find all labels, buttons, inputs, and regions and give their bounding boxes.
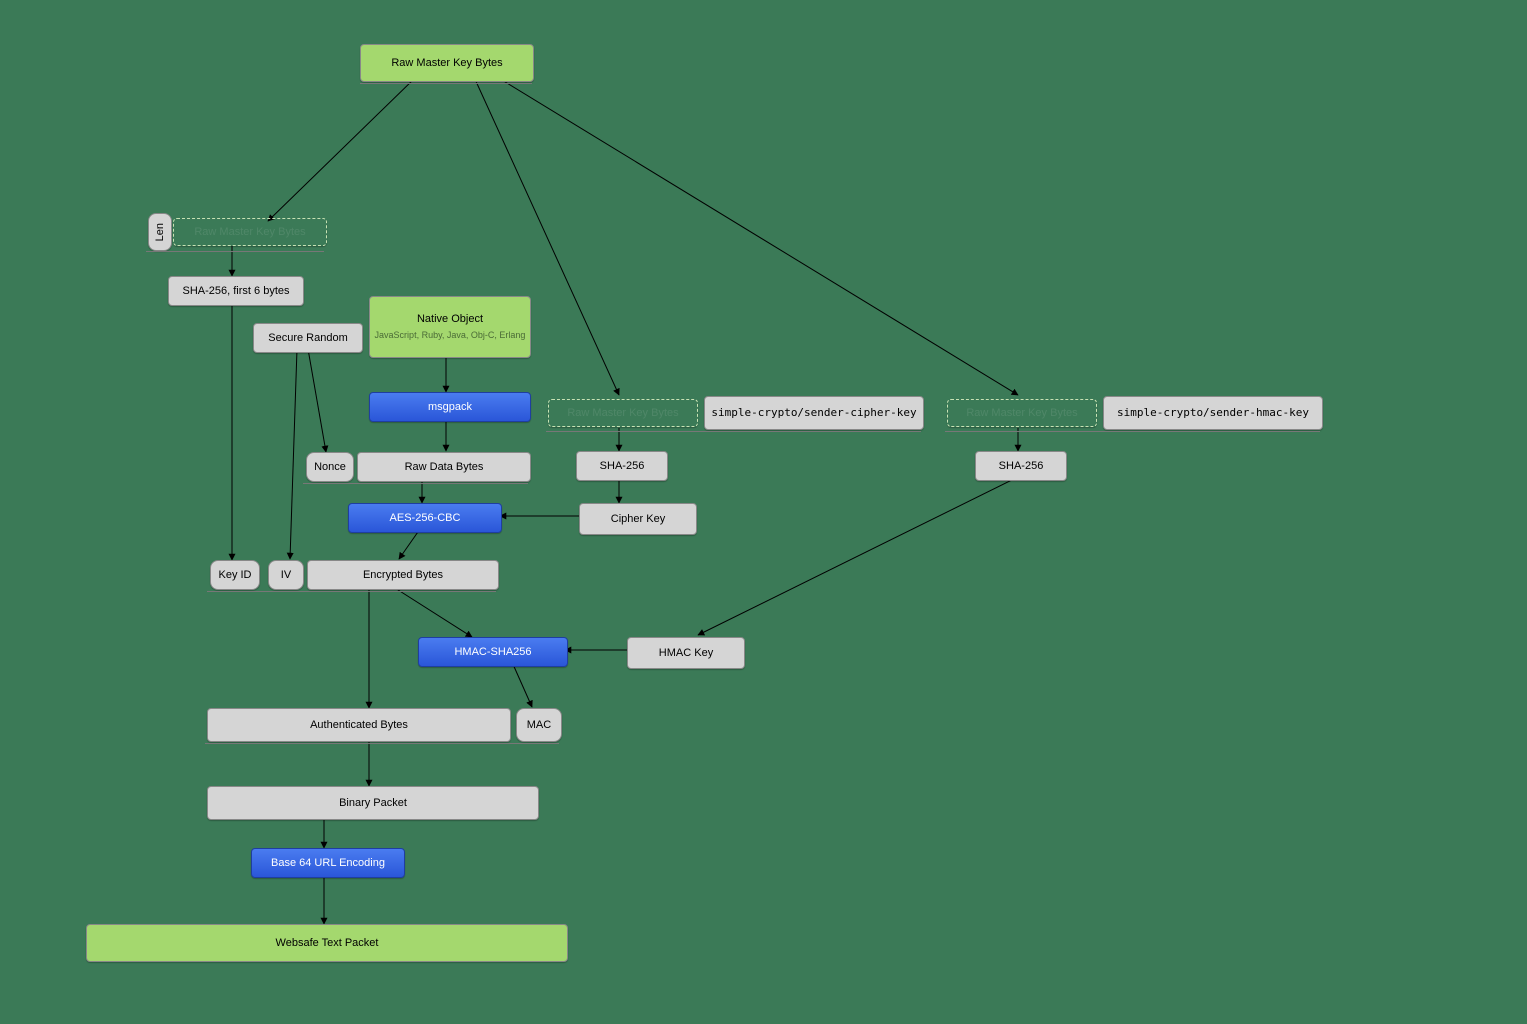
node-salt-cipher: simple-crypto/sender-cipher-key: [704, 396, 924, 430]
node-secure-random: Secure Random: [253, 323, 363, 353]
node-raw-master-key: Raw Master Key Bytes: [360, 44, 534, 82]
node-hmac-key: HMAC Key: [627, 637, 745, 669]
node-sha256-cipher: SHA-256: [576, 451, 668, 481]
node-authenticated-bytes: Authenticated Bytes: [207, 708, 511, 742]
node-base64: Base 64 URL Encoding: [251, 848, 405, 878]
edges-layer: [0, 0, 1527, 1024]
node-len: Len: [148, 213, 172, 251]
node-websafe-packet: Websafe Text Packet: [86, 924, 568, 962]
node-ghost-master-2: Raw Master Key Bytes: [548, 399, 698, 427]
node-binary-packet: Binary Packet: [207, 786, 539, 820]
native-object-sub: JavaScript, Ruby, Java, Obj-C, Erlang: [375, 330, 526, 342]
node-iv: IV: [268, 560, 304, 590]
node-cipher-key: Cipher Key: [579, 503, 697, 535]
node-ghost-master-3: Raw Master Key Bytes: [947, 399, 1097, 427]
node-nonce: Nonce: [306, 452, 354, 482]
native-object-title: Native Object: [417, 312, 483, 326]
node-raw-data-bytes: Raw Data Bytes: [357, 452, 531, 482]
node-encrypted-bytes: Encrypted Bytes: [307, 560, 499, 590]
node-mac: MAC: [516, 708, 562, 742]
node-native-object: Native Object JavaScript, Ruby, Java, Ob…: [369, 296, 531, 358]
node-msgpack: msgpack: [369, 392, 531, 422]
node-key-id: Key ID: [210, 560, 260, 590]
node-hmac-sha256: HMAC-SHA256: [418, 637, 568, 667]
node-ghost-master-1: Raw Master Key Bytes: [173, 218, 327, 246]
node-aes-256-cbc: AES-256-CBC: [348, 503, 502, 533]
node-sha256-hmac: SHA-256: [975, 451, 1067, 481]
node-salt-hmac: simple-crypto/sender-hmac-key: [1103, 396, 1323, 430]
node-sha256-first6: SHA-256, first 6 bytes: [168, 276, 304, 306]
